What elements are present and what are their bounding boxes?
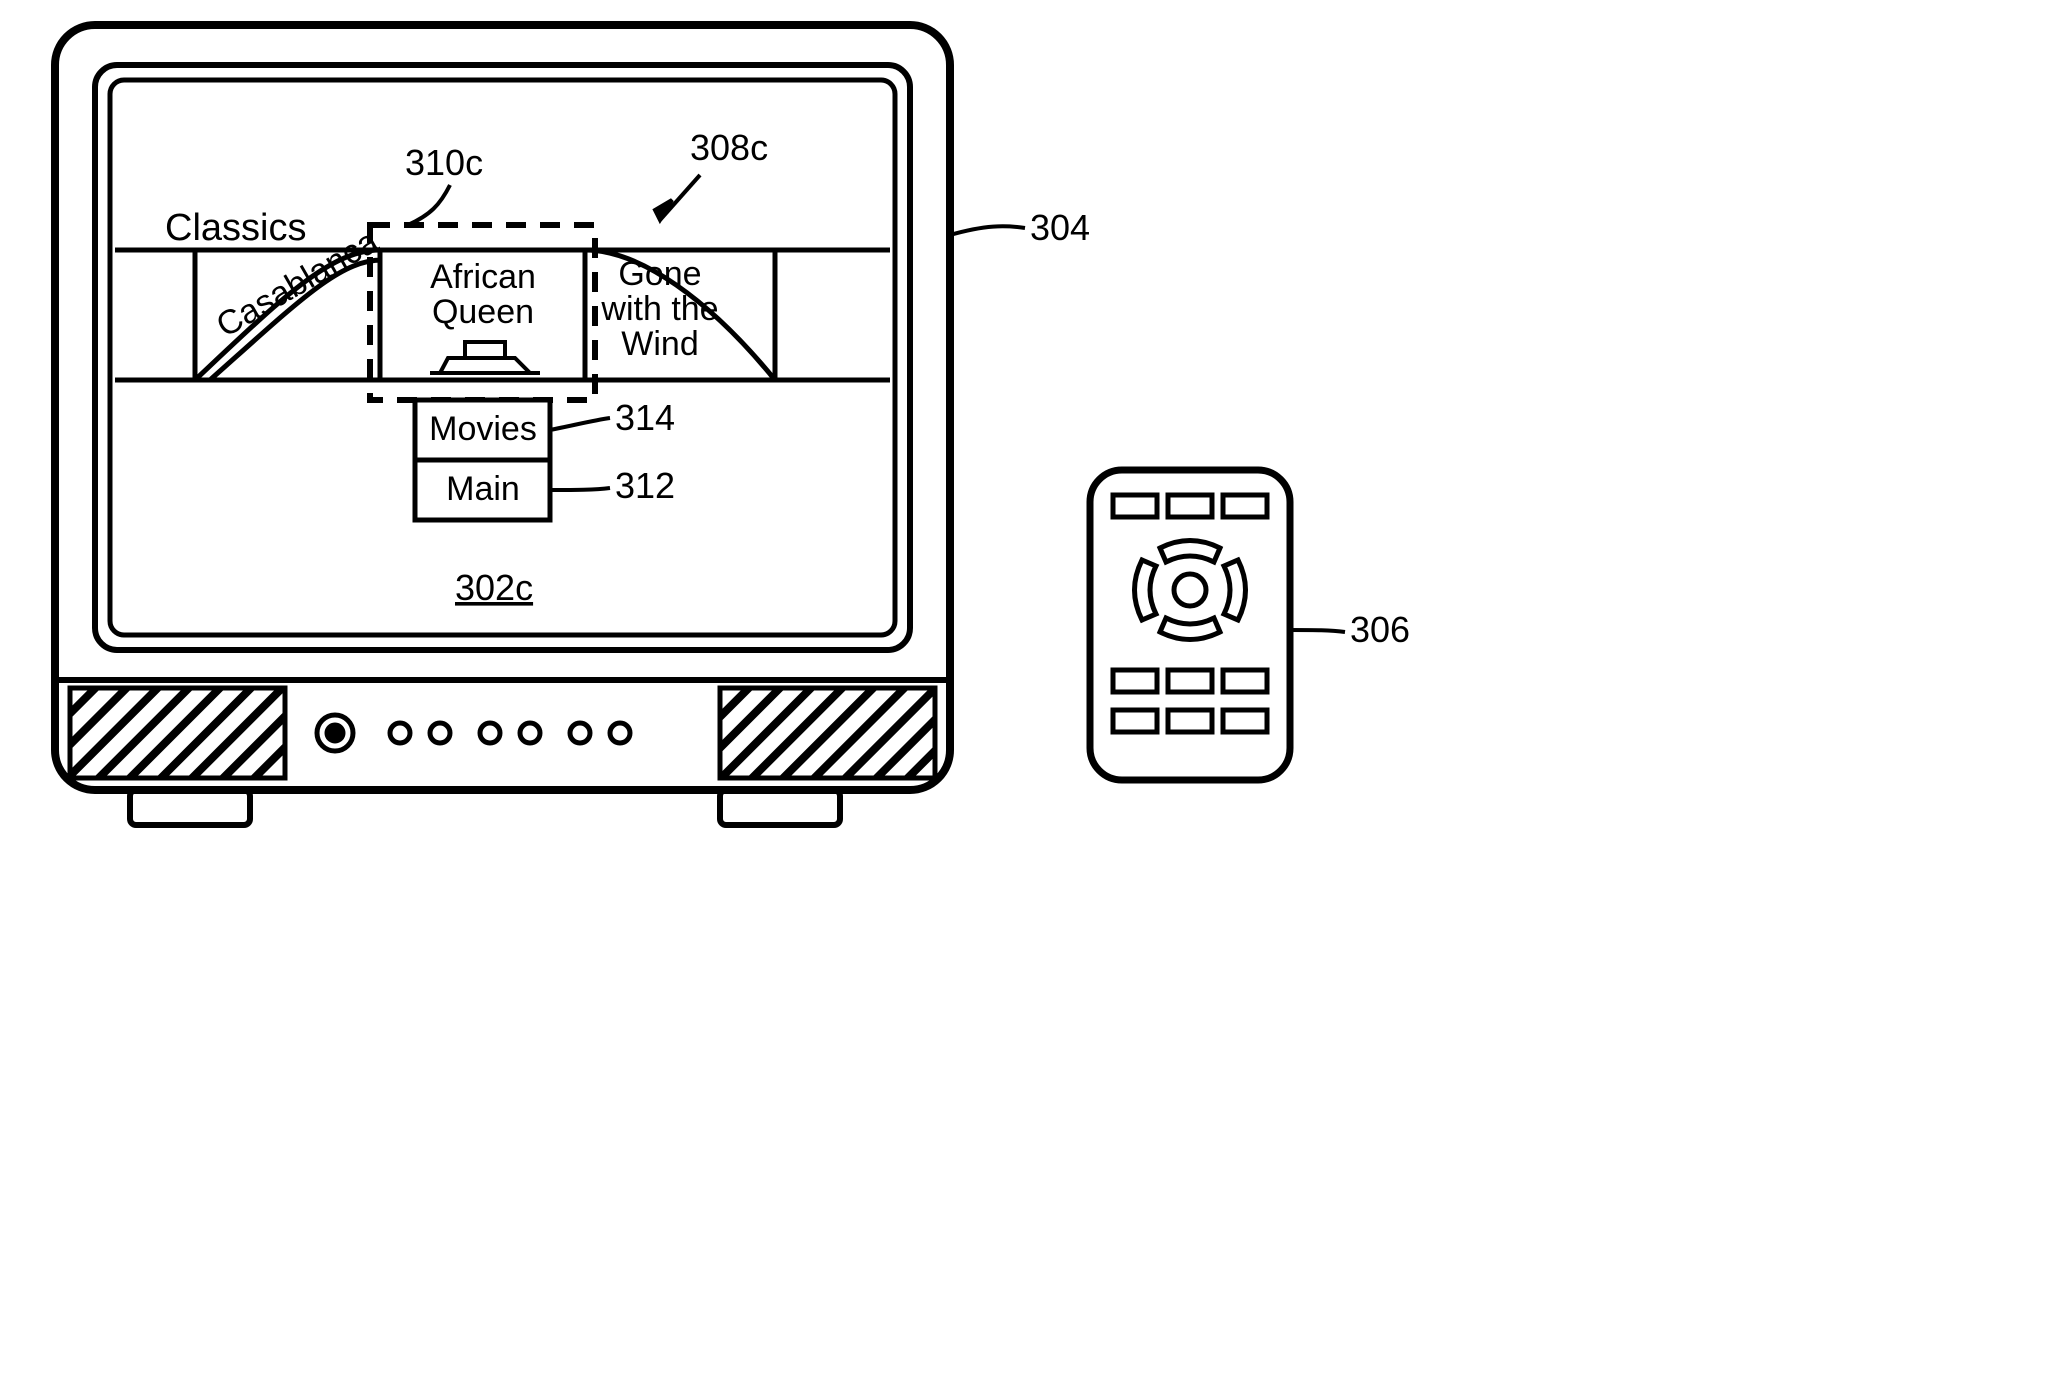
svg-text:314: 314 (615, 397, 675, 438)
speaker-right (720, 688, 935, 778)
category-label: Classics (165, 207, 306, 249)
breadcrumb-bottom[interactable]: Main (446, 470, 520, 508)
speaker-left (70, 688, 285, 778)
patent-figure: Classics Casablanca Gone with the Wind A… (0, 0, 2051, 1385)
svg-text:306: 306 (1350, 609, 1410, 650)
breadcrumb-top[interactable]: Movies (429, 410, 537, 448)
svg-text:Queen: Queen (432, 293, 534, 331)
svg-text:302c: 302c (455, 567, 533, 608)
svg-text:with the: with the (600, 290, 718, 328)
svg-text:Wind: Wind (621, 325, 698, 363)
svg-text:Gone: Gone (618, 255, 701, 293)
svg-text:African: African (430, 258, 536, 296)
svg-text:304: 304 (1030, 207, 1090, 248)
remote-control[interactable] (1090, 470, 1290, 780)
breadcrumb-stack[interactable]: Movies Main (415, 400, 550, 520)
svg-text:310c: 310c (405, 142, 483, 183)
carousel-center-item[interactable]: African Queen (430, 258, 536, 331)
svg-text:308c: 308c (690, 127, 768, 168)
svg-text:312: 312 (615, 465, 675, 506)
